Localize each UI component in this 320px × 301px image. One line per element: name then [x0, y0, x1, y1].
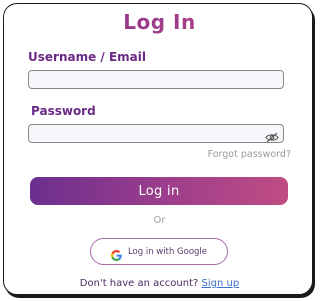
- signup-link[interactable]: Sign up: [202, 278, 240, 289]
- login-button[interactable]: Log in: [30, 177, 288, 205]
- username-label: Username / Email: [28, 50, 146, 64]
- page-title: Log In: [0, 10, 319, 34]
- forgot-password-link[interactable]: Forgot password?: [208, 149, 291, 160]
- google-login-button[interactable]: Log in with Google: [90, 238, 228, 265]
- username-input[interactable]: [28, 70, 284, 89]
- google-button-label: Log in with Google: [127, 246, 208, 257]
- password-label: Password: [31, 104, 96, 118]
- signup-prompt-text: Don't have an account?: [79, 278, 199, 289]
- eye-off-icon[interactable]: [265, 128, 279, 143]
- google-icon: [110, 246, 122, 261]
- signup-prompt: Don't have an account? Sign up: [0, 278, 319, 289]
- password-input[interactable]: [28, 124, 284, 143]
- or-separator: Or: [153, 215, 166, 226]
